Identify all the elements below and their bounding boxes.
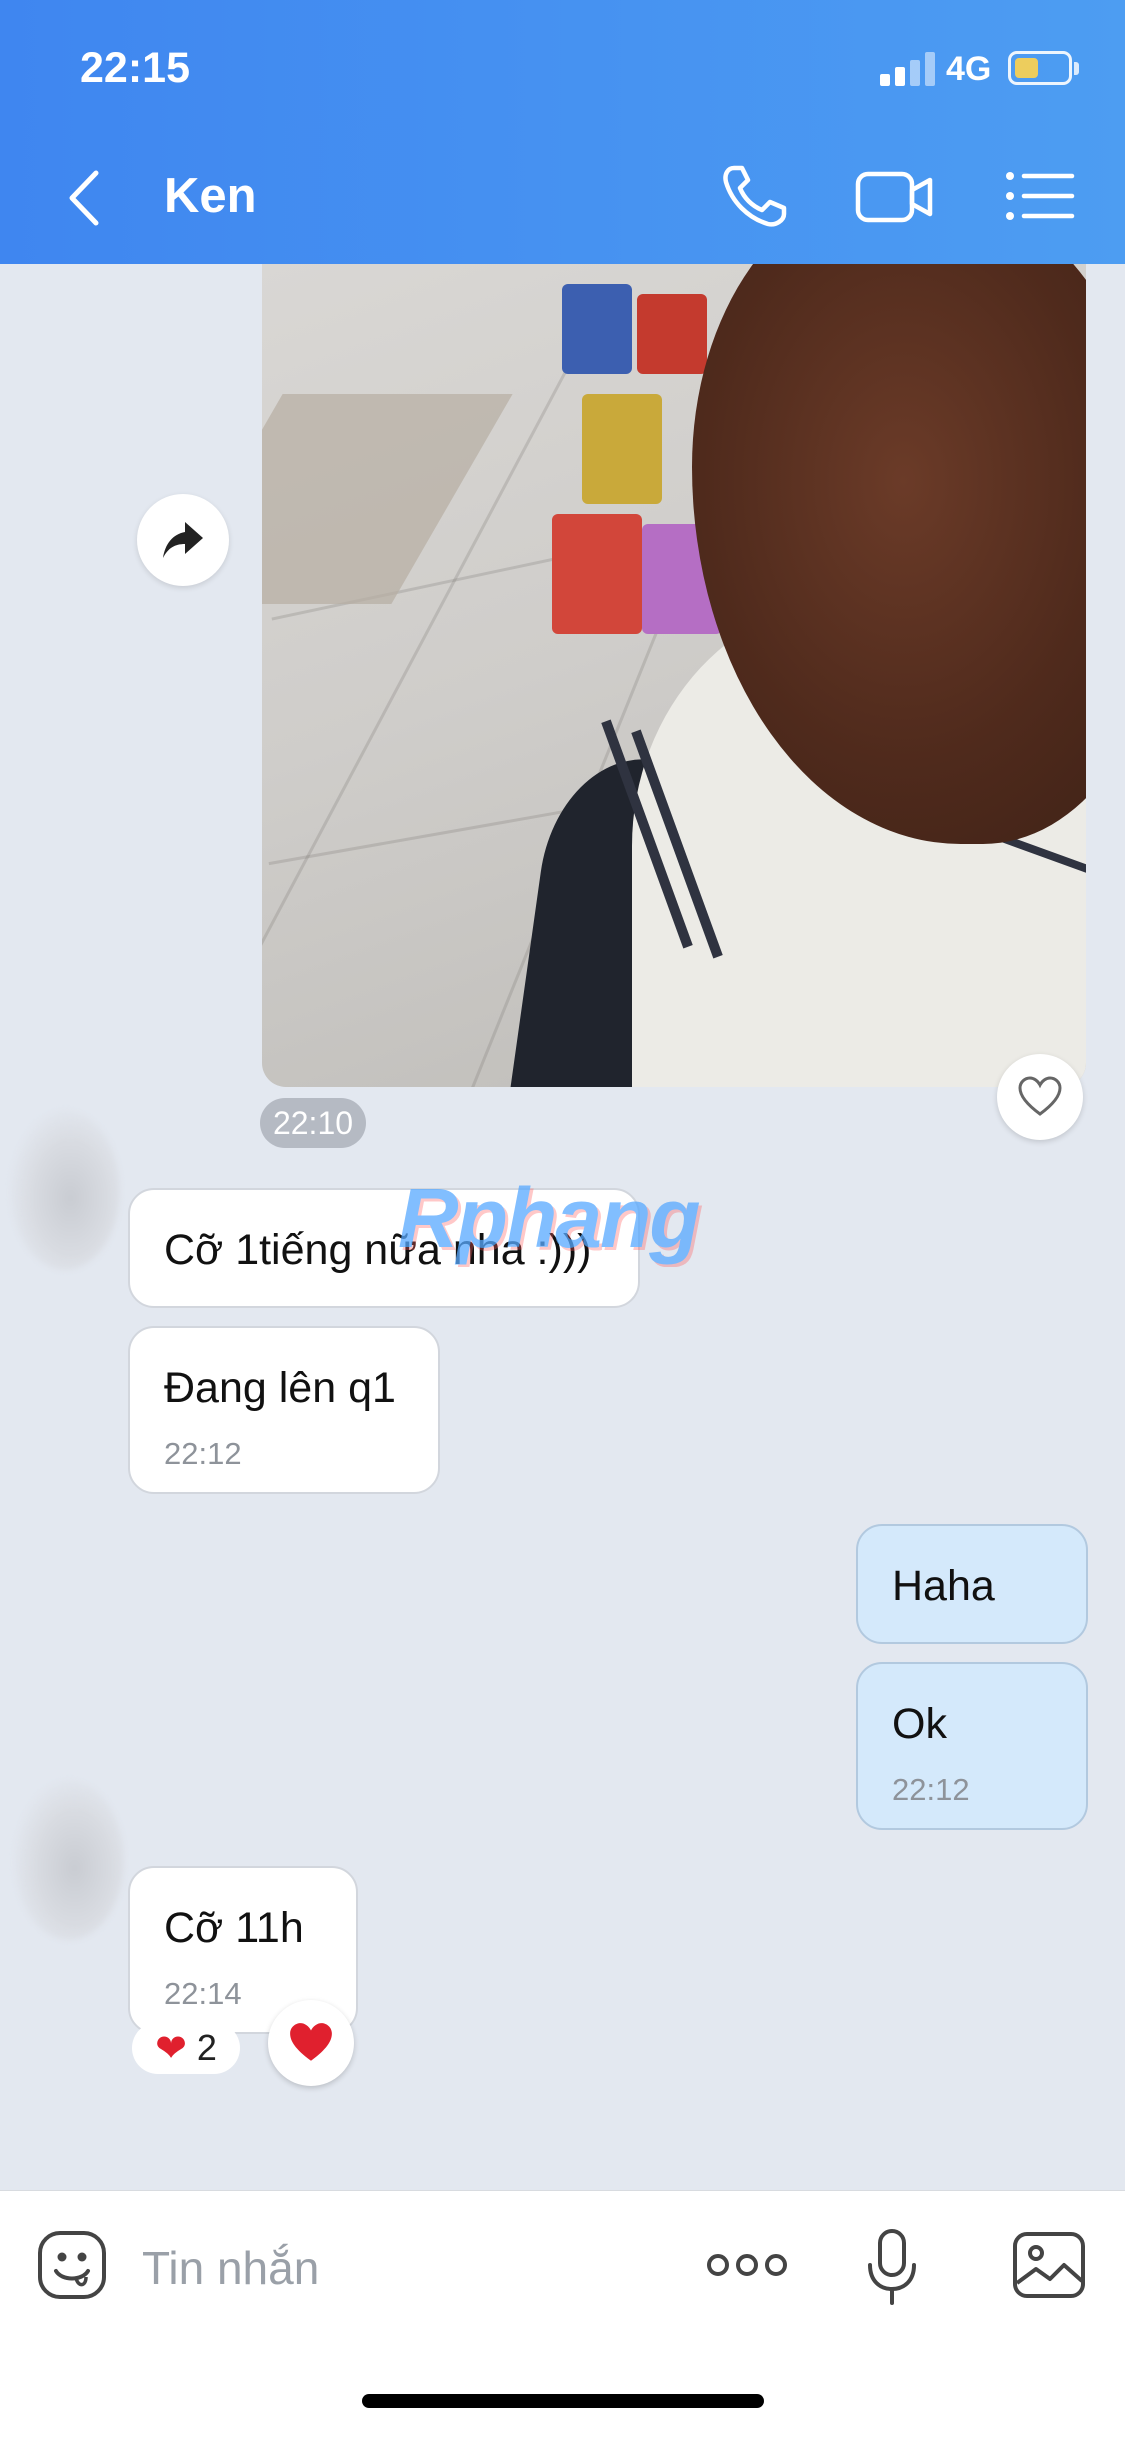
signal-icon: [880, 52, 936, 86]
message-text: Cỡ 11h: [164, 1904, 304, 1952]
more-icon[interactable]: [706, 2247, 788, 2283]
share-button[interactable]: [137, 494, 229, 586]
message-text: Đang lên q1: [164, 1364, 396, 1412]
message-time: 22:12: [164, 1436, 242, 1471]
heart-filled-icon: [290, 2023, 332, 2061]
battery-icon: [1008, 51, 1072, 85]
floor-mat: [262, 394, 513, 604]
heart-outline-icon: [1018, 1076, 1062, 1116]
reaction-summary[interactable]: ❤ 2: [132, 2022, 240, 2074]
home-indicator[interactable]: [362, 2394, 764, 2408]
share-icon: [163, 522, 203, 558]
reaction-count: 2: [196, 2027, 217, 2068]
photo-message[interactable]: [262, 264, 1086, 1087]
battery-level: [1015, 58, 1038, 78]
message-input[interactable]: Tin nhắn: [142, 2241, 319, 2295]
photo-time: 22:10: [260, 1098, 366, 1148]
message-bubble-outgoing[interactable]: Ok 22:12: [856, 1662, 1088, 1830]
image-icon[interactable]: [1012, 2231, 1086, 2299]
video-call-icon[interactable]: [854, 162, 936, 230]
heart-react-button[interactable]: [997, 1054, 1083, 1140]
status-time: 22:15: [80, 44, 190, 92]
heart-react-button[interactable]: [268, 2000, 354, 2086]
network-type: 4G: [946, 50, 992, 88]
contact-avatar[interactable]: [14, 1780, 124, 1940]
back-icon[interactable]: [60, 165, 110, 231]
emoji-icon[interactable]: [36, 2229, 108, 2301]
menu-list-icon[interactable]: [1002, 162, 1080, 230]
heart-emoji: ❤: [155, 2027, 187, 2070]
message-time: 22:12: [892, 1772, 970, 1807]
mic-icon[interactable]: [866, 2229, 918, 2305]
contact-name[interactable]: Ken: [164, 168, 257, 224]
contact-avatar[interactable]: [10, 1110, 120, 1270]
phone-icon[interactable]: [718, 162, 796, 230]
message-time: 22:14: [164, 1976, 242, 2011]
message-text: Haha: [892, 1562, 995, 1610]
message-bubble-outgoing[interactable]: Haha: [856, 1524, 1088, 1644]
chat-header: 22:15 4G Ken: [0, 0, 1125, 264]
message-bubble-incoming[interactable]: Đang lên q1 22:12: [128, 1326, 440, 1494]
battery-tip: [1074, 62, 1079, 75]
watermark-logo: Rphang: [398, 1171, 701, 1265]
message-text: Ok: [892, 1700, 947, 1748]
